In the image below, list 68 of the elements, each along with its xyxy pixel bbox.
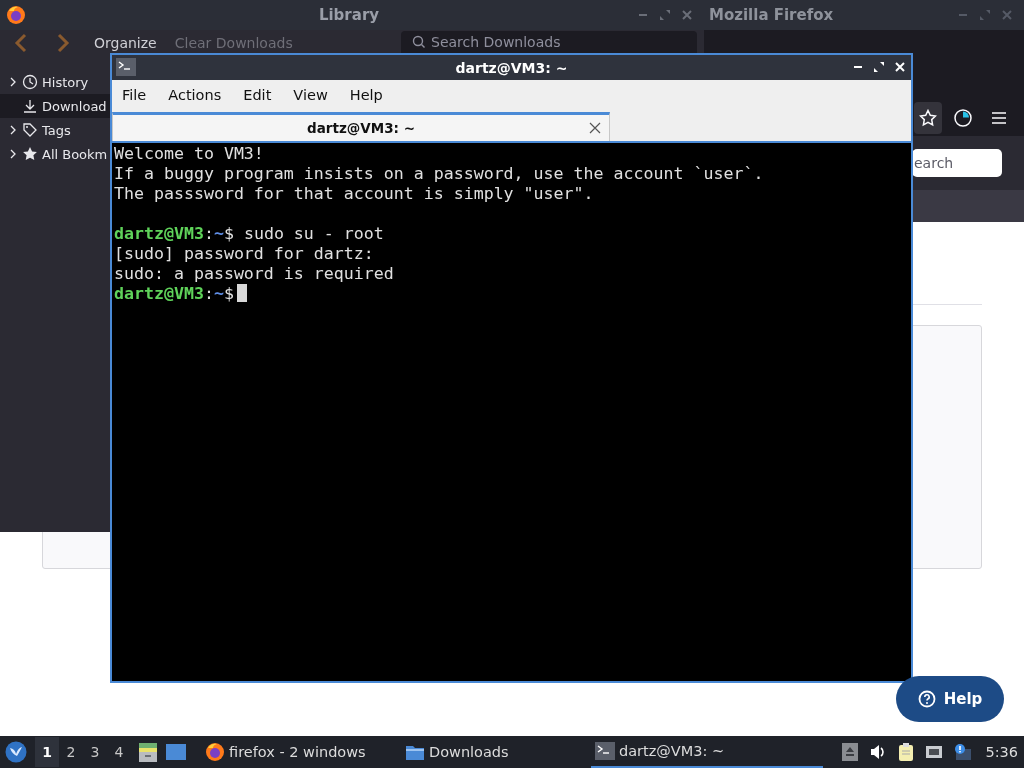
chevron-icon[interactable]: [8, 125, 18, 135]
terminal-line: If a buggy program insists on a password, use the account `user`.: [113, 164, 765, 184]
sidebar-item[interactable]: History: [0, 70, 110, 94]
window-title: Library: [318, 6, 380, 24]
workspace-button[interactable]: 3: [83, 737, 107, 767]
maximize-icon[interactable]: [872, 60, 886, 74]
menu-item[interactable]: Help: [341, 86, 391, 103]
menu-icon: [990, 109, 1008, 127]
firefox-icon: [205, 742, 225, 762]
notification-icon[interactable]: [953, 743, 972, 761]
workspace-button[interactable]: 1: [35, 737, 59, 767]
terminal-tab[interactable]: dartz@VM3: ~: [112, 112, 610, 141]
forward-icon[interactable]: [56, 33, 70, 53]
sidebar-label: All Bookm: [42, 146, 108, 162]
search-field[interactable]: Search Downloads: [401, 31, 697, 53]
clipboard-icon[interactable]: [897, 743, 916, 761]
menu-item[interactable]: Actions: [160, 86, 230, 103]
terminal-line: sudo: a password is required: [113, 264, 395, 284]
menu-item[interactable]: File: [114, 86, 155, 103]
text-cursor: [236, 284, 247, 302]
window-title: dartz@VM3: ~: [455, 59, 568, 76]
circle-icon: [954, 109, 972, 127]
terminal-line: The passsword for that account is simply "user".: [113, 184, 595, 204]
help-button[interactable]: Help: [896, 676, 1004, 722]
taskbar-task[interactable]: dartz@VM3: ~: [591, 736, 823, 768]
back-icon[interactable]: [14, 33, 28, 53]
network-icon[interactable]: [925, 743, 944, 761]
eject-icon[interactable]: [841, 743, 860, 761]
download-icon: [22, 98, 38, 114]
sidebar-item[interactable]: All Bookm: [0, 142, 110, 166]
tag-icon: [22, 122, 38, 138]
start-menu-icon[interactable]: [5, 741, 27, 763]
workspace-button[interactable]: 2: [59, 737, 83, 767]
menu-item[interactable]: View: [285, 86, 336, 103]
close-icon[interactable]: [893, 60, 907, 74]
organize-menu[interactable]: Organize: [94, 33, 157, 53]
menu-item[interactable]: Edit: [235, 86, 280, 103]
terminal-icon: [116, 58, 136, 76]
clock[interactable]: 5:36: [985, 744, 1018, 760]
search-field[interactable]: earch: [912, 149, 1002, 177]
star-icon: [22, 146, 38, 162]
sidebar-label: Tags: [42, 122, 71, 138]
chevron-icon[interactable]: [8, 149, 18, 159]
taskbar-task[interactable]: firefox - 2 windows: [201, 736, 379, 768]
close-icon[interactable]: [589, 122, 601, 134]
question-icon: [917, 690, 936, 708]
sidebar-item[interactable]: Tags: [0, 118, 110, 142]
sidebar-item[interactable]: Download: [0, 94, 110, 118]
clock-icon: [22, 74, 38, 90]
terminal-prompt: dartz@VM3:~$: [114, 224, 234, 243]
workspace-button[interactable]: 4: [107, 737, 131, 767]
search-placeholder: Search Downloads: [431, 34, 561, 50]
firefox-icon: [6, 5, 26, 25]
sidebar-label: History: [42, 74, 89, 90]
terminal-command: sudo su - root: [243, 224, 384, 243]
sidebar-label: Download: [42, 98, 107, 114]
chevron-icon[interactable]: [8, 77, 18, 87]
window-icon[interactable]: [165, 741, 187, 763]
search-icon: [411, 34, 427, 50]
taskbar-task[interactable]: Downloads: [401, 736, 591, 768]
terminal-prompt: dartz@VM3:~$: [114, 284, 234, 303]
terminal-line: Welcome to VM3!: [113, 144, 265, 164]
terminal-icon: [595, 741, 615, 761]
file-cabinet-icon[interactable]: [137, 741, 159, 763]
bookmark-button[interactable]: [914, 102, 942, 134]
star-icon: [919, 109, 937, 127]
terminal-line: [sudo] password for dartz:: [113, 244, 375, 264]
window-title: Mozilla Firefox: [709, 6, 834, 24]
